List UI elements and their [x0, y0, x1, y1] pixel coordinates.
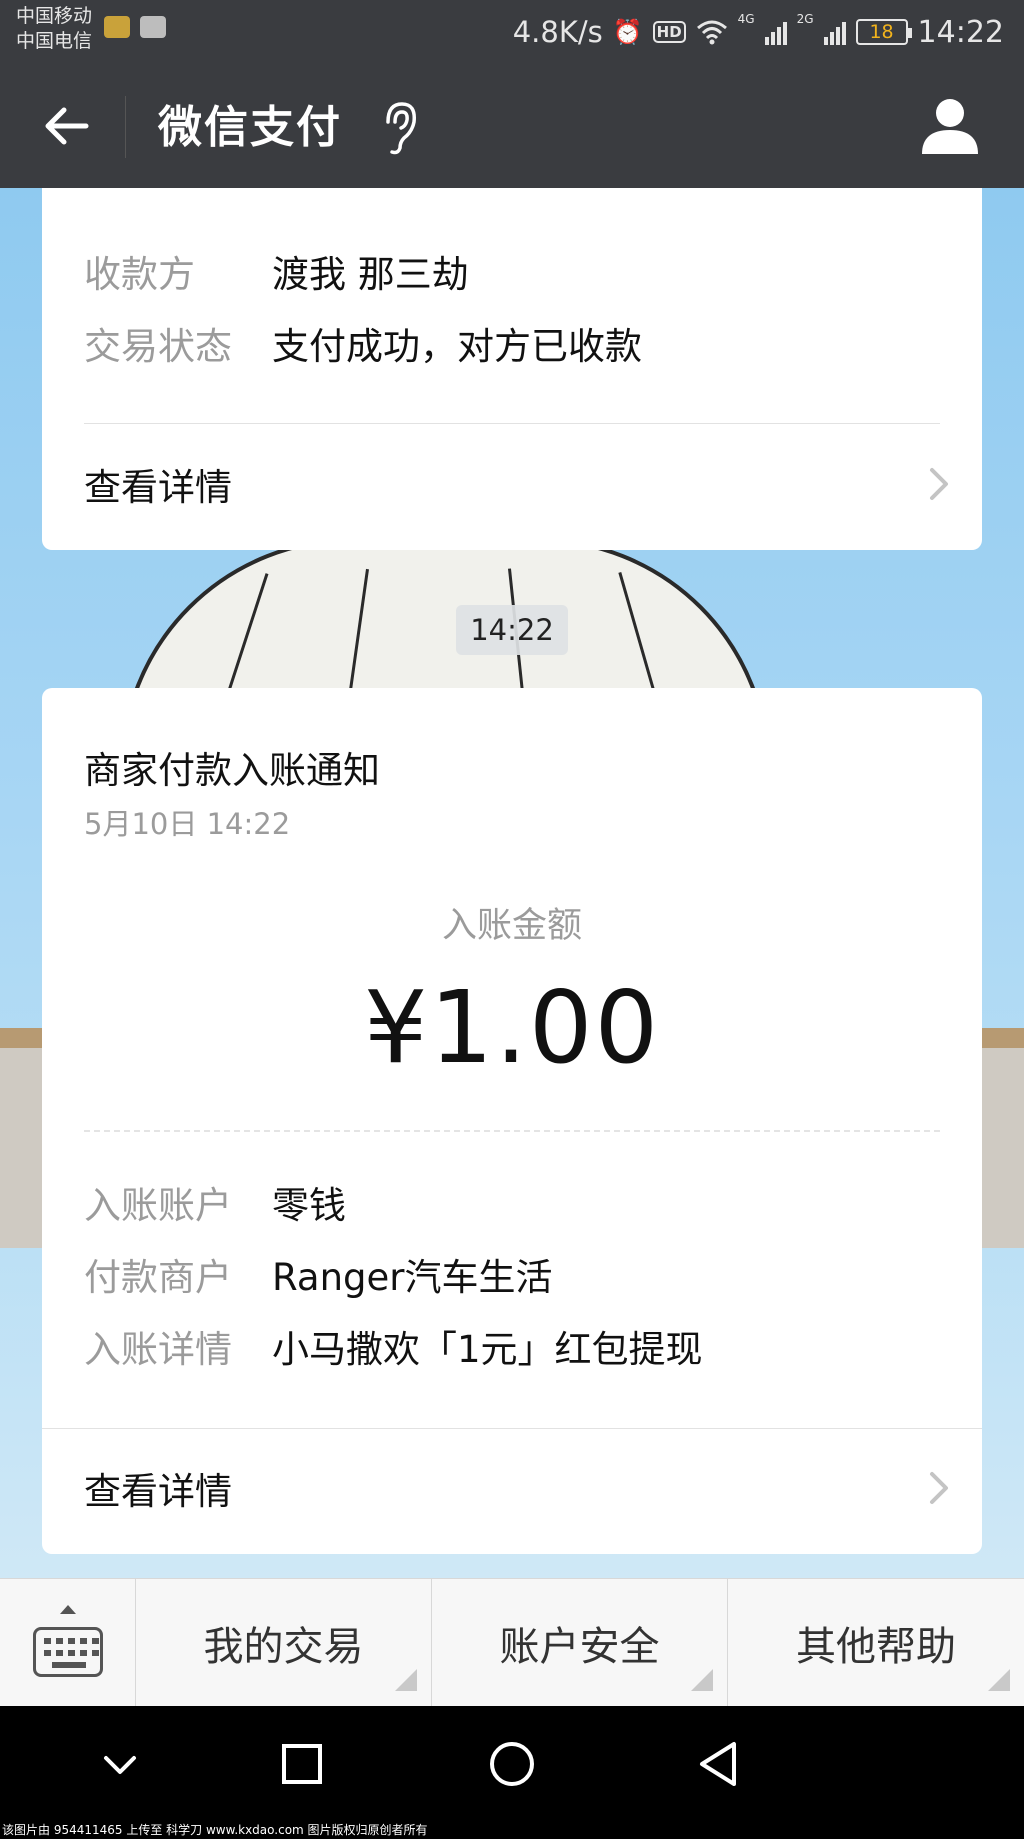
row-label: 交易状态 [84, 325, 232, 368]
title-divider [125, 96, 126, 158]
keyboard-icon [33, 1627, 103, 1677]
carrier-info: 中国移动 中国电信 [16, 4, 92, 54]
info-row: 入账详情 小马撒欢「1元」红包提现 [84, 1327, 703, 1373]
signal-2-type: 2G [796, 12, 814, 26]
menu-label: 我的交易 [203, 1624, 364, 1670]
keyboard-toggle-button[interactable] [0, 1579, 136, 1707]
info-row: 付款商户 Ranger汽车生活 [84, 1255, 552, 1301]
signal-1-type: 4G [737, 12, 755, 26]
signal-2-icon [823, 19, 846, 45]
watermark-footer: 该图片由 954411465 上传至 科学刀 www.kxdao.com 图片版… [0, 1822, 1024, 1839]
view-details-label: 查看详情 [84, 1470, 232, 1513]
row-value: 小马撒欢「1元」红包提现 [272, 1328, 703, 1371]
menu-label: 其他帮助 [796, 1624, 956, 1670]
system-navigation-bar [0, 1706, 1024, 1822]
collapse-chevron-icon[interactable] [94, 1738, 146, 1790]
home-icon[interactable] [486, 1738, 538, 1790]
dashed-divider [84, 1130, 940, 1132]
user-profile-icon[interactable] [920, 96, 980, 156]
submenu-indicator-icon [691, 1669, 713, 1691]
status-bar: 中国移动 中国电信 4.8K/s ⏰ HD 4G 2G 18 14:22 [0, 0, 1024, 64]
menu-label: 账户安全 [499, 1624, 660, 1670]
view-details-link[interactable]: 查看详情 [84, 454, 952, 514]
row-value: 渡我 那三劫 [272, 253, 469, 296]
carrier-2: 中国电信 [16, 30, 93, 52]
menu-account-security[interactable]: 账户安全 [432, 1579, 728, 1707]
view-details-label: 查看详情 [84, 466, 232, 509]
bottom-menu-bar: 我的交易 账户安全 其他帮助 [0, 1578, 1024, 1707]
row-value: 支付成功，对方已收款 [272, 325, 642, 368]
row-label: 入账详情 [84, 1328, 232, 1371]
row-value: 零钱 [272, 1184, 346, 1227]
row-label: 入账账户 [84, 1184, 232, 1227]
message-timestamp: 14:22 [456, 605, 568, 655]
ear-icon[interactable] [380, 100, 420, 156]
card-divider [84, 423, 940, 424]
row-label: 收款方 [84, 253, 195, 296]
card-divider [42, 1428, 982, 1429]
page-title: 微信支付 [158, 102, 342, 153]
info-row: 收款方 渡我 那三劫 [84, 252, 469, 298]
amount-label: 入账金额 [441, 906, 582, 946]
alarm-icon: ⏰ [612, 18, 643, 46]
carrier-1: 中国移动 [16, 5, 93, 27]
info-row: 入账账户 零钱 [84, 1183, 346, 1229]
status-time: 14:22 [917, 14, 1004, 50]
title-bar: 微信支付 [0, 64, 1024, 188]
network-speed: 4.8K/s [512, 15, 603, 49]
menu-other-help[interactable]: 其他帮助 [728, 1579, 1024, 1707]
hd-icon: HD [652, 21, 686, 43]
submenu-indicator-icon [988, 1669, 1010, 1691]
menu-my-transactions[interactable]: 我的交易 [136, 1579, 432, 1707]
chevron-right-icon [930, 1472, 948, 1504]
notice-title: 商家付款入账通知 [84, 749, 380, 792]
recent-apps-icon[interactable] [276, 1738, 328, 1790]
expand-up-icon [60, 1605, 76, 1614]
payment-notice-card[interactable]: 商家付款入账通知 5月10日 14:22 入账金额 ¥1.00 入账账户 零钱 付… [42, 688, 982, 1554]
back-arrow-icon[interactable] [38, 100, 94, 152]
chevron-right-icon [930, 468, 948, 500]
back-triangle-icon[interactable] [694, 1738, 746, 1790]
row-value: Ranger汽车生活 [272, 1256, 553, 1299]
submenu-indicator-icon [395, 1669, 417, 1691]
payment-card-previous: 收款方 渡我 那三劫 交易状态 支付成功，对方已收款 查看详情 [42, 188, 982, 550]
huawei-notification-icon [140, 16, 166, 38]
status-indicators: 4.8K/s ⏰ HD 4G 2G 18 14:22 [513, 12, 1004, 52]
wifi-icon [696, 20, 727, 45]
notice-date: 5月10日 14:22 [84, 807, 291, 841]
battery-icon: 18 [855, 19, 912, 45]
info-row: 交易状态 支付成功，对方已收款 [84, 324, 642, 370]
amount-value: ¥1.00 [363, 969, 661, 1086]
app-notification-icon [104, 16, 130, 38]
signal-icon [764, 19, 787, 45]
view-details-link[interactable]: 查看详情 [84, 1458, 952, 1518]
row-label: 付款商户 [84, 1256, 232, 1299]
notification-icons [104, 16, 166, 38]
